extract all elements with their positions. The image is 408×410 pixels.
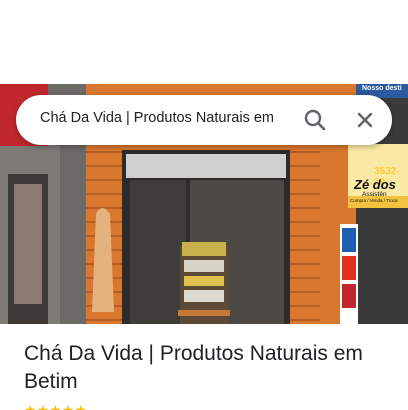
search-bar[interactable]: Chá Da Vida | Produtos Naturais em bbox=[16, 95, 392, 145]
close-icon bbox=[357, 112, 373, 128]
star-icon: ★ bbox=[24, 402, 37, 410]
star-icon: ★ bbox=[61, 402, 75, 410]
clear-search-button[interactable] bbox=[350, 105, 380, 135]
shop-sign-tagline: Compra / Venda / Troca bbox=[350, 198, 398, 203]
sign-text-top: Nosso desti bbox=[362, 85, 402, 92]
rating-stars: ★★★★★ bbox=[24, 402, 184, 410]
shop-sign-title: Zé dos bbox=[354, 177, 396, 192]
search-icon bbox=[304, 109, 326, 131]
shop-sign-subtitle: Assistên bbox=[362, 191, 387, 198]
map-top-area bbox=[0, 0, 408, 84]
star-icon: ★ bbox=[74, 402, 87, 410]
star-icon: ★ bbox=[49, 402, 62, 410]
star-icon: ★ bbox=[36, 402, 50, 410]
place-title: Chá Da Vida | Produtos Naturais em Betim bbox=[24, 342, 363, 393]
search-button[interactable] bbox=[300, 105, 330, 135]
search-query-text[interactable]: Chá Da Vida | Produtos Naturais em bbox=[40, 110, 290, 126]
